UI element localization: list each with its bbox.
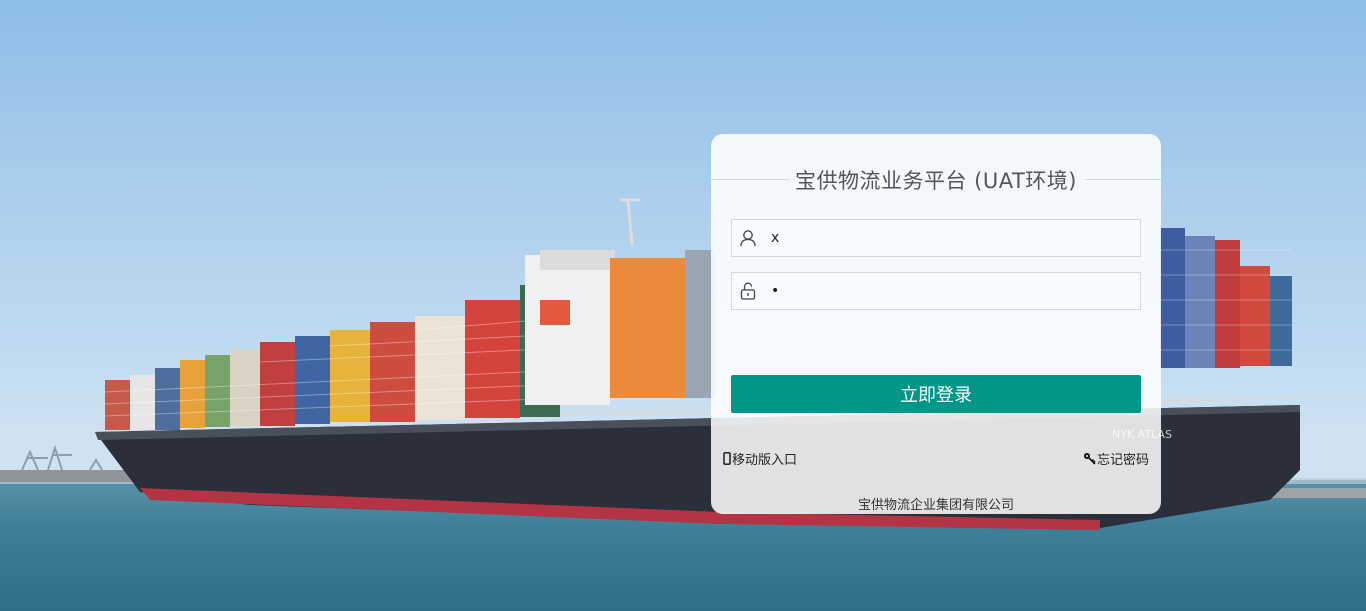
forgot-password-link[interactable]: 忘记密码 — [1083, 449, 1149, 468]
unlock-icon — [733, 273, 763, 309]
user-icon — [733, 220, 763, 256]
title-divider-left — [711, 179, 789, 180]
login-panel: 宝供物流业务平台 (UAT环境) 立即登录 — [711, 134, 1161, 514]
password-input[interactable] — [771, 276, 1131, 306]
mobile-icon — [723, 452, 731, 465]
forgot-password-label: 忘记密码 — [1096, 453, 1149, 468]
container-ship-image: NYK ATLAS — [21, 198, 1301, 530]
key-icon — [1083, 452, 1096, 465]
company-footer: 宝供物流企业集团有限公司 — [857, 498, 1014, 513]
title-row: 宝供物流业务平台 (UAT环境) — [711, 165, 1161, 195]
mobile-entry-link[interactable]: 移动版入口 — [723, 449, 797, 468]
mobile-entry-label: 移动版入口 — [732, 453, 798, 468]
username-input[interactable] — [771, 223, 1131, 253]
page-title: 宝供物流业务平台 (UAT环境) — [795, 169, 1077, 193]
login-page: NYK ATLAS 宝供物流业务平台 (UAT环境) — [0, 0, 1366, 611]
title-divider-right — [1085, 179, 1161, 180]
login-button[interactable]: 立即登录 — [731, 375, 1141, 413]
password-field[interactable] — [731, 272, 1141, 310]
username-field[interactable] — [731, 219, 1141, 257]
